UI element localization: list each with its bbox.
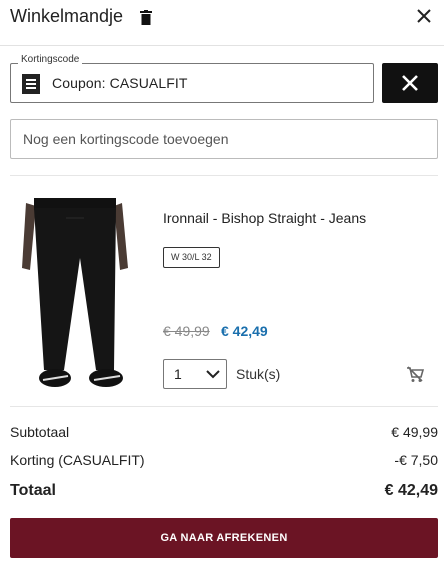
coupon-code-input[interactable] [10, 119, 438, 159]
sale-price: € 42,49 [221, 323, 268, 339]
divider [10, 406, 438, 407]
coupon-value: Coupon: CASUALFIT [52, 75, 188, 91]
applied-coupon-field: Coupon: CASUALFIT [10, 63, 374, 103]
discount-value: -€ 7,50 [394, 452, 438, 468]
checkout-button[interactable]: GA NAAR AFREKENEN [10, 518, 438, 558]
trash-icon[interactable] [140, 10, 152, 26]
quantity-unit: Stuk(s) [236, 366, 281, 382]
quantity-select[interactable]: 1 [163, 359, 227, 389]
subtotal-label: Subtotaal [10, 424, 70, 440]
coupon-legend: Kortingscode [18, 54, 83, 65]
total-value: € 42,49 [384, 482, 438, 499]
cart-title: Winkelmandje [10, 6, 124, 26]
cart-header: Winkelmandje [0, 0, 444, 46]
product-image[interactable] [10, 198, 150, 398]
total-label: Totaal [10, 482, 56, 499]
discount-label: Korting (CASUALFIT) [10, 452, 145, 468]
subtotal-value: € 49,99 [391, 424, 438, 440]
original-price: € 49,99 [163, 323, 210, 339]
close-icon[interactable] [414, 6, 434, 26]
divider [10, 175, 438, 176]
cart-remove-icon[interactable] [406, 366, 424, 383]
close-icon [402, 75, 418, 91]
remove-coupon-button[interactable] [382, 63, 438, 103]
size-badge: W 30/L 32 [163, 247, 220, 268]
chevron-down-icon [206, 370, 220, 379]
receipt-icon [22, 74, 40, 94]
quantity-value: 1 [174, 366, 182, 382]
product-name[interactable]: Ironnail - Bishop Straight - Jeans [163, 210, 366, 226]
